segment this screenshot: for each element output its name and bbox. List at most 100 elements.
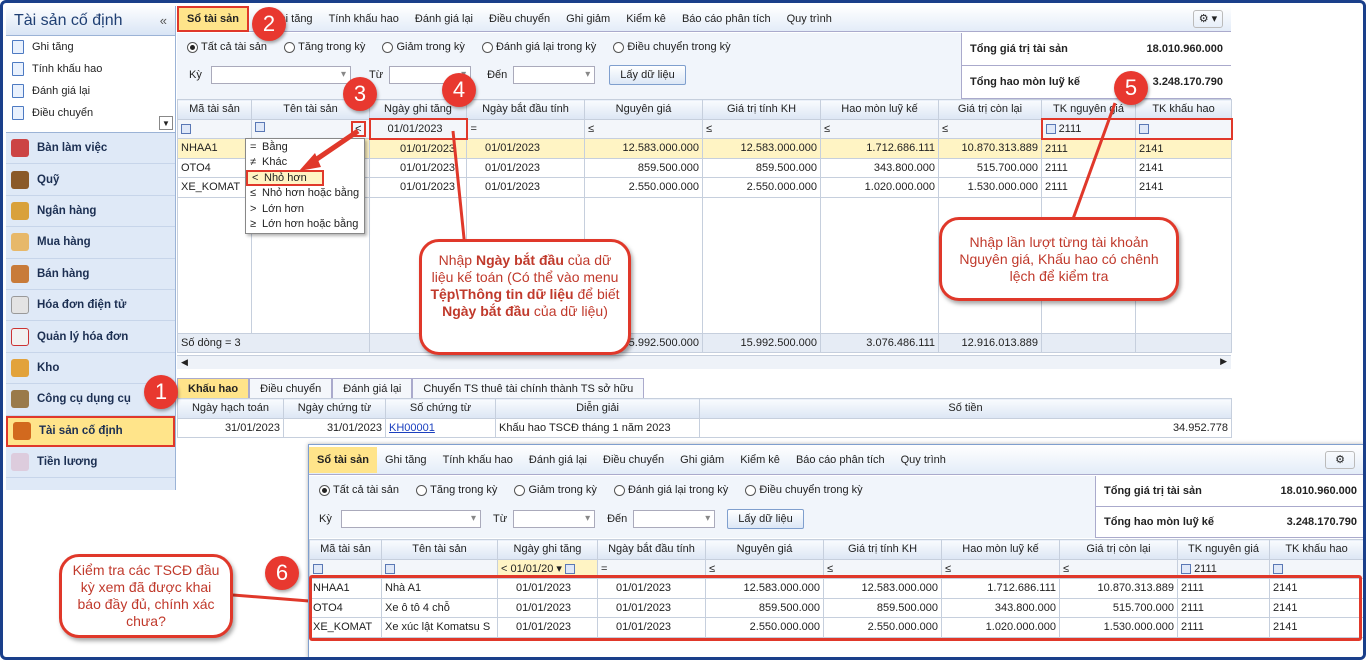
tab-danh-gia-lai[interactable]: Đánh giá lại [521,447,595,473]
sidebar-sub-item[interactable]: Đánh giá lại [6,80,175,102]
get-data-button[interactable]: Lấy dữ liệu [727,508,804,529]
tab-quy-trinh[interactable]: Quy trình [893,447,954,473]
menu-item[interactable]: ≠ Khác [246,155,364,171]
filter-cell[interactable] [177,118,252,139]
tab-dieu-chuyen[interactable]: Điều chuyển [481,6,558,32]
sidebar-item-quan-ly-hoa-don[interactable]: Quản lý hóa đơn [6,321,175,353]
menu-item[interactable]: > Lớn hơn [246,201,364,217]
payroll-icon [11,453,29,472]
chevron-down-icon[interactable]: ▼ [159,116,173,130]
sidebar-item-tien-luong[interactable]: Tiền lương [6,447,175,479]
col-header[interactable]: Tên tài sản [381,539,498,560]
col-header[interactable]: Ngày bắt đầu tính [597,539,706,560]
gear-icon[interactable]: ⚙ [1325,450,1355,469]
horizontal-scrollbar[interactable]: ◀ ▶ [177,355,1231,369]
module-tabs: Sổ tài sản Ghi tăng Tính khấu hao Đánh g… [177,5,1231,32]
table-row[interactable]: 31/01/2023 31/01/2023 KH00001 Khấu hao TSCĐ… [177,417,1232,438]
voucher-link[interactable]: KH00001 [385,417,496,438]
col-header[interactable]: Nguyên giá [584,99,703,120]
col-header[interactable]: Mã tài sản [177,99,252,120]
col-header[interactable]: Ngày ghi tăng [497,539,598,560]
col-header[interactable]: Giá trị còn lại [1059,539,1178,560]
grid-header: Mã tài sản Tên tài sản Ngày ghi tăng Ngày b… [309,539,1363,560]
tab-so-tai-san[interactable]: Sổ tài sản [309,446,377,473]
col-header[interactable]: Ngày bắt đầu tính [466,99,585,120]
get-data-button[interactable]: Lấy dữ liệu [609,64,686,85]
filter-cell[interactable]: ≤ [702,118,821,139]
sidebar: Tài sản cố định « Ghi tăng Tính khấu hao… [6,6,176,490]
tab-bao-cao-phan-tich[interactable]: Báo cáo phân tích [674,6,779,32]
tab-khau-hao[interactable]: Khấu hao [177,378,250,398]
tab-dieu-chuyen-detail[interactable]: Điều chuyển [249,378,333,398]
col-header[interactable]: Giá trị tính KH [823,539,942,560]
sidebar-item-hoa-don-dien-tu[interactable]: Hóa đơn điện tử [6,290,175,322]
tab-danh-gia-lai-detail[interactable]: Đánh giá lại [332,378,413,398]
tab-bao-cao-phan-tich[interactable]: Báo cáo phân tích [788,447,893,473]
col-header[interactable]: Nguyên giá [705,539,824,560]
period-select[interactable] [341,509,481,528]
filter-cell[interactable] [1135,118,1233,140]
tab-dieu-chuyen[interactable]: Điều chuyển [595,447,672,473]
radio-revalue[interactable]: Đánh giá lại trong kỳ [481,41,596,53]
tools-icon [11,390,29,409]
radio-all[interactable]: Tất cả tài sản [187,41,267,53]
col-header[interactable]: Hao mòn luỹ kế [941,539,1060,560]
sidebar-sub-item[interactable]: Tính khấu hao [6,58,175,80]
tab-ghi-giam[interactable]: Ghi giảm [672,447,732,473]
col-header[interactable]: Giá trị tính KH [702,99,821,120]
filter-cell[interactable]: < [251,118,370,139]
menu-item[interactable]: ≤ Nhỏ hơn hoặc bằng [246,186,364,202]
sidebar-item-ban-lam-viec[interactable]: Bàn làm việc [6,133,175,165]
sidebar-sub-item[interactable]: Điều chuyển [6,102,175,124]
sidebar-item-ban-hang[interactable]: Bán hàng [6,259,175,290]
from-label: Từ [493,512,508,525]
col-header[interactable]: Hao mòn luỹ kế [820,99,939,120]
document-icon [12,62,24,76]
col-header[interactable]: Mã tài sản [309,539,382,560]
filter-cell[interactable]: ≤ [938,118,1042,139]
tab-danh-gia-lai[interactable]: Đánh giá lại [407,6,481,32]
menu-item-less-than[interactable]: < Nhỏ hơn [246,170,324,186]
col-header[interactable]: TK khấu hao [1135,99,1232,120]
sidebar-item-tai-san-co-dinh[interactable]: Tài sản cố định [6,415,175,447]
filter-tk-cell[interactable]: 2111 [1040,118,1136,140]
tab-quy-trinh[interactable]: Quy trình [779,6,840,32]
sidebar-item-ngan-hang[interactable]: Ngân hàng [6,196,175,228]
tab-so-tai-san[interactable]: Sổ tài sản [177,5,249,32]
radio-increase[interactable]: Tăng trong kỳ [284,41,365,53]
tab-kiem-ke[interactable]: Kiểm kê [618,6,674,32]
menu-item[interactable]: ≥ Lớn hơn hoặc bằng [246,217,364,233]
gear-icon[interactable]: ⚙ ▾ [1193,9,1223,28]
sidebar-item-mua-hang[interactable]: Mua hàng [6,227,175,259]
tab-ghi-tang[interactable]: Ghi tăng [377,447,435,473]
radio-transfer[interactable]: Điều chuyển trong kỳ [613,41,731,53]
radio-decrease[interactable]: Giảm trong kỳ [382,41,465,53]
to-date[interactable] [513,65,596,84]
tab-kiem-ke[interactable]: Kiểm kê [732,447,788,473]
filter-cell[interactable]: ≤ [584,118,703,139]
from-date[interactable] [513,509,596,528]
col-header[interactable]: Giá trị còn lại [938,99,1042,120]
filter-date-cell[interactable]: 01/01/2023 [368,118,468,140]
tab-chuyen-ts-thue[interactable]: Chuyển TS thuê tài chính thành TS sở hữu [412,378,645,398]
period-label: Kỳ [319,512,332,525]
period-select[interactable] [211,65,351,84]
tab-tinh-khau-hao[interactable]: Tính khấu hao [435,447,521,473]
tab-ghi-giam[interactable]: Ghi giảm [558,6,618,32]
sidebar-sub-item[interactable]: Ghi tăng [6,36,175,58]
callout-accounts: Nhập lần lượt từng tài khoản Nguyên giá,… [939,217,1179,301]
filter-cell[interactable]: ≤ [820,118,939,139]
sidebar-item-quy[interactable]: Quỹ [6,164,175,196]
col-header[interactable]: TK khấu hao [1269,539,1363,560]
radio-all[interactable]: Tất cả tài sản [319,484,399,496]
radio-transfer[interactable]: Điều chuyển trong kỳ [745,484,863,496]
filter-cell[interactable]: = [466,118,585,139]
col-header[interactable]: TK nguyên giá [1177,539,1270,560]
radio-increase[interactable]: Tăng trong kỳ [416,484,497,496]
menu-item[interactable]: = Bằng [246,139,364,155]
tab-tinh-khau-hao[interactable]: Tính khấu hao [321,6,407,32]
collapse-icon[interactable]: « [160,13,167,28]
radio-decrease[interactable]: Giảm trong kỳ [514,484,597,496]
radio-revalue[interactable]: Đánh giá lại trong kỳ [613,484,728,496]
to-date[interactable] [633,509,716,528]
